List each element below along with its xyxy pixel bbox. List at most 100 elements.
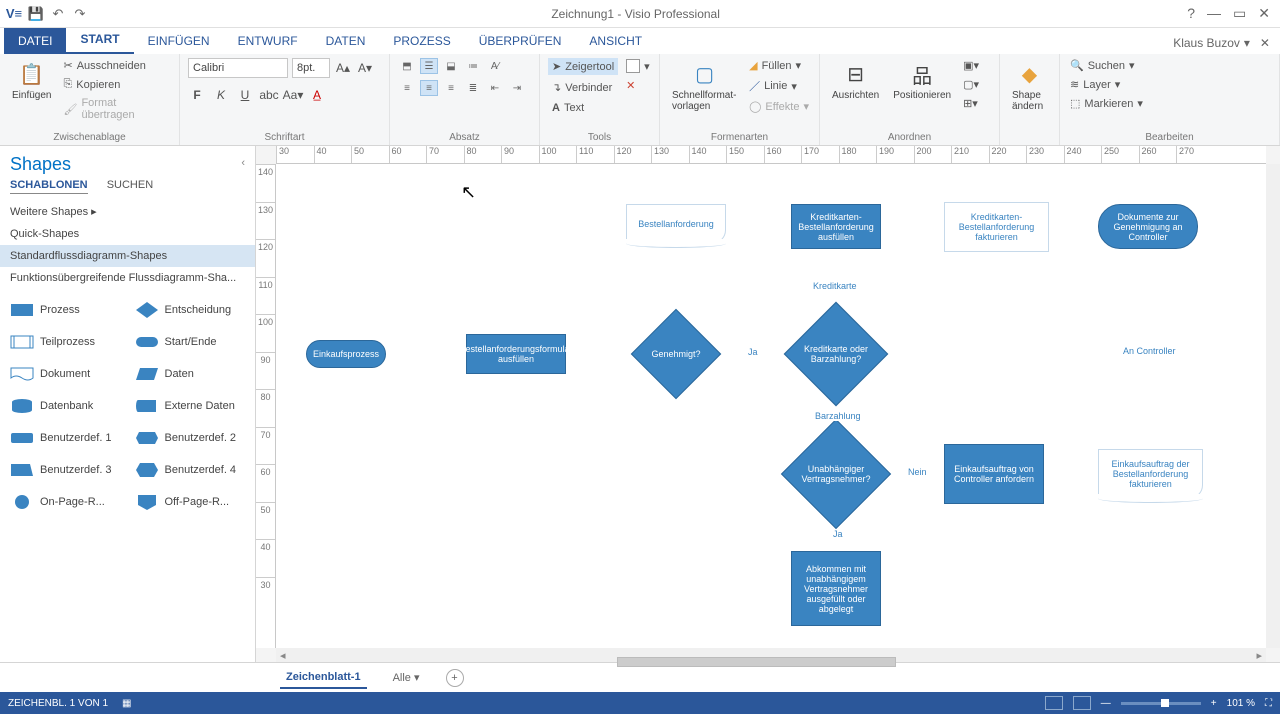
tab-insert[interactable]: EINFÜGEN — [134, 28, 224, 54]
stencils-tab[interactable]: SCHABLONEN — [10, 179, 88, 194]
rect-tool-icon[interactable] — [626, 59, 640, 73]
shape-custom2[interactable]: Benutzerdef. 2 — [129, 423, 252, 453]
help-icon[interactable]: ? — [1187, 5, 1195, 22]
tab-start[interactable]: START — [66, 26, 133, 54]
strike-button[interactable]: abc — [260, 86, 278, 104]
tab-review[interactable]: ÜBERPRÜFEN — [465, 28, 576, 54]
zoom-in-icon[interactable]: + — [1211, 698, 1217, 709]
tab-process[interactable]: PROZESS — [379, 28, 464, 54]
underline-button[interactable]: U — [236, 86, 254, 104]
align-middle-icon[interactable]: ☰ — [420, 58, 438, 74]
cut-button[interactable]: ✂Ausschneiden — [61, 58, 171, 73]
clear-format-icon[interactable]: A⁄ — [486, 58, 504, 74]
node-po-invoice[interactable]: Einkaufsauftrag der Bestellanforderung f… — [1098, 449, 1203, 499]
justify-icon[interactable]: ≣ — [464, 80, 482, 96]
node-independent[interactable]: Unabhängiger Vertragsnehmer? — [781, 419, 891, 529]
node-approved[interactable]: Genehmigt? — [626, 304, 726, 404]
shape-custom3[interactable]: Benutzerdef. 3 — [4, 455, 127, 485]
drawing-page[interactable]: Einkaufsprozess Bestellanforderungsformu… — [276, 164, 1266, 648]
tab-design[interactable]: ENTWURF — [224, 28, 312, 54]
view-wide-icon[interactable] — [1073, 696, 1091, 710]
position-button[interactable]: 品Positionieren — [889, 58, 955, 103]
align-button[interactable]: ⊟Ausrichten — [828, 58, 883, 103]
more-shapes-item[interactable]: Weitere Shapes ▸ — [0, 200, 255, 223]
tab-file[interactable]: DATEI — [4, 28, 66, 54]
bullets-icon[interactable]: ≔ — [464, 58, 482, 74]
align-right-icon[interactable]: ≡ — [442, 80, 460, 96]
shape-data[interactable]: Daten — [129, 359, 252, 389]
connector-tool[interactable]: ↴Verbinder — [548, 79, 618, 96]
group-icon[interactable]: ⊞▾ — [961, 96, 981, 111]
copy-button[interactable]: ⎘Kopieren — [61, 77, 171, 92]
shape-document[interactable]: Dokument — [4, 359, 127, 389]
fill-button[interactable]: ◢Füllen ▾ — [747, 58, 811, 73]
collapse-pane-icon[interactable]: ‹ — [231, 149, 255, 177]
fit-window-icon[interactable]: ⛶ — [1265, 698, 1272, 709]
maximize-icon[interactable]: ▭ — [1233, 5, 1246, 22]
cross-functional-item[interactable]: Funktionsübergreifende Flussdiagramm-Sha… — [0, 267, 255, 289]
align-left-icon[interactable]: ≡ — [398, 80, 416, 96]
shape-external-data[interactable]: Externe Daten — [129, 391, 252, 421]
node-form-fill[interactable]: Bestellanforderungsformular ausfüllen — [466, 334, 566, 374]
tab-view[interactable]: ANSICHT — [575, 28, 656, 54]
node-agreement[interactable]: Abkommen mit unabhängigem Vertragsnehmer… — [791, 551, 881, 626]
shape-decision[interactable]: Entscheidung — [129, 295, 252, 325]
quick-shapes-item[interactable]: Quick-Shapes — [0, 223, 255, 245]
shrink-font-icon[interactable]: A▾ — [356, 59, 374, 77]
font-color-button[interactable]: A̲ — [308, 86, 326, 104]
align-top-icon[interactable]: ⬒ — [398, 58, 416, 74]
line-button[interactable]: ／Linie ▾ — [747, 77, 811, 95]
node-start[interactable]: Einkaufsprozess — [306, 340, 386, 368]
page-tab-sheet1[interactable]: Zeichenblatt-1 — [280, 667, 367, 689]
shape-offpage-ref[interactable]: Off-Page-R... — [129, 487, 252, 517]
layer-button[interactable]: ≋Layer ▾ — [1068, 77, 1145, 92]
account-user[interactable]: Klaus Buzov ▾ ✕ — [1163, 32, 1280, 54]
node-order-doc[interactable]: Bestellanforderung — [626, 204, 726, 244]
text-tool[interactable]: AText — [548, 100, 618, 116]
redo-icon[interactable]: ↷ — [72, 6, 88, 22]
align-bottom-icon[interactable]: ⬓ — [442, 58, 460, 74]
save-icon[interactable]: 💾 — [28, 6, 44, 22]
node-cc-or-cash[interactable]: Kreditkarte oder Barzahlung? — [781, 299, 891, 409]
bring-front-icon[interactable]: ▣▾ — [961, 58, 981, 73]
add-page-button[interactable]: + — [446, 669, 464, 687]
effects-button[interactable]: ◯Effekte ▾ — [747, 99, 811, 114]
horizontal-scrollbar[interactable]: ◂▸ — [276, 648, 1266, 662]
node-cc-fill[interactable]: Kreditkarten-Bestellanforderung ausfülle… — [791, 204, 881, 249]
format-painter-button[interactable]: 🖌Format übertragen — [61, 96, 171, 122]
align-center-icon[interactable]: ≡ — [420, 80, 438, 96]
tab-data[interactable]: DATEN — [312, 28, 380, 54]
delete-connector-icon[interactable]: ✕ — [624, 78, 652, 93]
italic-button[interactable]: K — [212, 86, 230, 104]
page-tab-all[interactable]: Alle ▾ — [387, 667, 426, 688]
vertical-scrollbar[interactable] — [1266, 164, 1280, 648]
shape-onpage-ref[interactable]: On-Page-R... — [4, 487, 127, 517]
paste-button[interactable]: 📋Einfügen — [8, 58, 55, 103]
font-size-combo[interactable]: 8pt. — [292, 58, 330, 78]
shape-startend[interactable]: Start/Ende — [129, 327, 252, 357]
zoom-value[interactable]: 101 % — [1227, 698, 1255, 709]
shape-process[interactable]: Prozess — [4, 295, 127, 325]
zoom-slider[interactable] — [1121, 702, 1201, 705]
find-button[interactable]: 🔍Suchen ▾ — [1068, 58, 1145, 73]
send-back-icon[interactable]: ▢▾ — [961, 77, 981, 92]
node-docs-controller[interactable]: Dokumente zur Genehmigung an Controller — [1098, 204, 1198, 249]
close-icon[interactable]: ✕ — [1258, 5, 1270, 22]
undo-icon[interactable]: ↶ — [50, 6, 66, 22]
indent-inc-icon[interactable]: ⇥ — [508, 80, 526, 96]
shape-custom1[interactable]: Benutzerdef. 1 — [4, 423, 127, 453]
quick-styles-button[interactable]: ▢Schnellformat-vorlagen — [668, 58, 741, 114]
shape-subprocess[interactable]: Teilprozess — [4, 327, 127, 357]
node-po-request[interactable]: Einkaufsauftrag von Controller anfordern — [944, 444, 1044, 504]
shape-database[interactable]: Datenbank — [4, 391, 127, 421]
shape-custom4[interactable]: Benutzerdef. 4 — [129, 455, 252, 485]
drawing-canvas[interactable]: 3040506070809010011012013014015016017018… — [256, 146, 1280, 662]
case-button[interactable]: Aa▾ — [284, 86, 302, 104]
node-cc-invoice[interactable]: Kreditkarten-Bestellanforderung fakturie… — [944, 202, 1049, 252]
pointer-tool[interactable]: ➤Zeigertool — [548, 58, 618, 75]
zoom-out-icon[interactable]: — — [1101, 698, 1111, 709]
minimize-icon[interactable]: — — [1207, 5, 1221, 22]
indent-dec-icon[interactable]: ⇤ — [486, 80, 504, 96]
macro-icon[interactable]: ▦ — [122, 698, 131, 709]
select-button[interactable]: ⬚Markieren ▾ — [1068, 96, 1145, 111]
